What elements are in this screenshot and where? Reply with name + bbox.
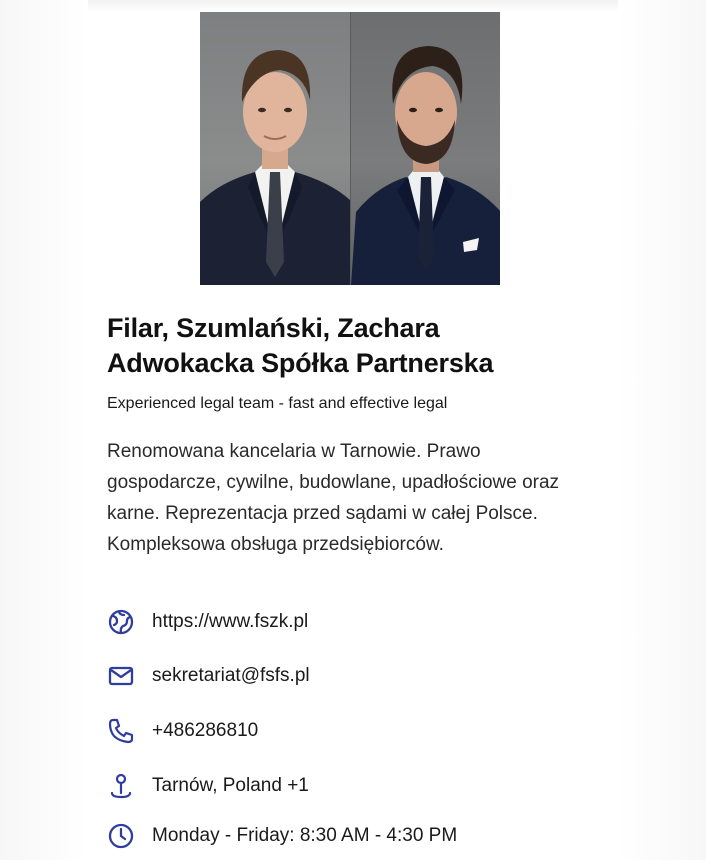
location-text[interactable]: Tarnów, Poland +1 bbox=[152, 775, 309, 797]
opening-hours: Monday - Friday: 8:30 AM - 4:30 PM bbox=[152, 825, 458, 846]
hours-row: Monday - Friday: 8:30 AM - 4:30 PM bbox=[107, 821, 457, 851]
business-profile-page: Filar, Szumlański, Zachara Adwokacka Spó… bbox=[0, 0, 706, 860]
website-row[interactable]: https://www.fszk.pl bbox=[107, 607, 308, 637]
portrait-right-illustration bbox=[350, 46, 500, 285]
map-pin-icon bbox=[107, 772, 135, 800]
portrait-right bbox=[349, 12, 500, 285]
business-tagline: Experienced legal team - fast and effect… bbox=[107, 395, 448, 412]
email-row[interactable]: sekretariat@fsfs.pl bbox=[107, 661, 310, 691]
right-edge-shade bbox=[618, 0, 706, 860]
team-photo bbox=[200, 12, 500, 285]
left-edge-shade bbox=[0, 0, 88, 860]
phone-link[interactable]: +486286810 bbox=[152, 720, 258, 742]
email-link[interactable]: sekretariat@fsfs.pl bbox=[152, 665, 310, 687]
portrait-left bbox=[200, 12, 350, 285]
phone-icon bbox=[107, 717, 135, 745]
business-name: Filar, Szumlański, Zachara Adwokacka Spó… bbox=[107, 311, 607, 381]
business-name-line2: Adwokacka Spółka Partnerska bbox=[107, 348, 494, 378]
top-edge-shade bbox=[88, 0, 618, 12]
website-link[interactable]: https://www.fszk.pl bbox=[152, 611, 308, 633]
mail-icon bbox=[107, 662, 135, 690]
business-description: Renomowana kancelaria w Tarnowie. Prawo … bbox=[107, 441, 560, 555]
portrait-left-illustration bbox=[200, 50, 350, 285]
location-row[interactable]: Tarnów, Poland +1 bbox=[107, 771, 309, 801]
business-name-line1: Filar, Szumlański, Zachara bbox=[107, 313, 440, 343]
phone-row[interactable]: +486286810 bbox=[107, 716, 258, 746]
globe-icon bbox=[107, 608, 135, 636]
clock-icon bbox=[107, 822, 135, 850]
